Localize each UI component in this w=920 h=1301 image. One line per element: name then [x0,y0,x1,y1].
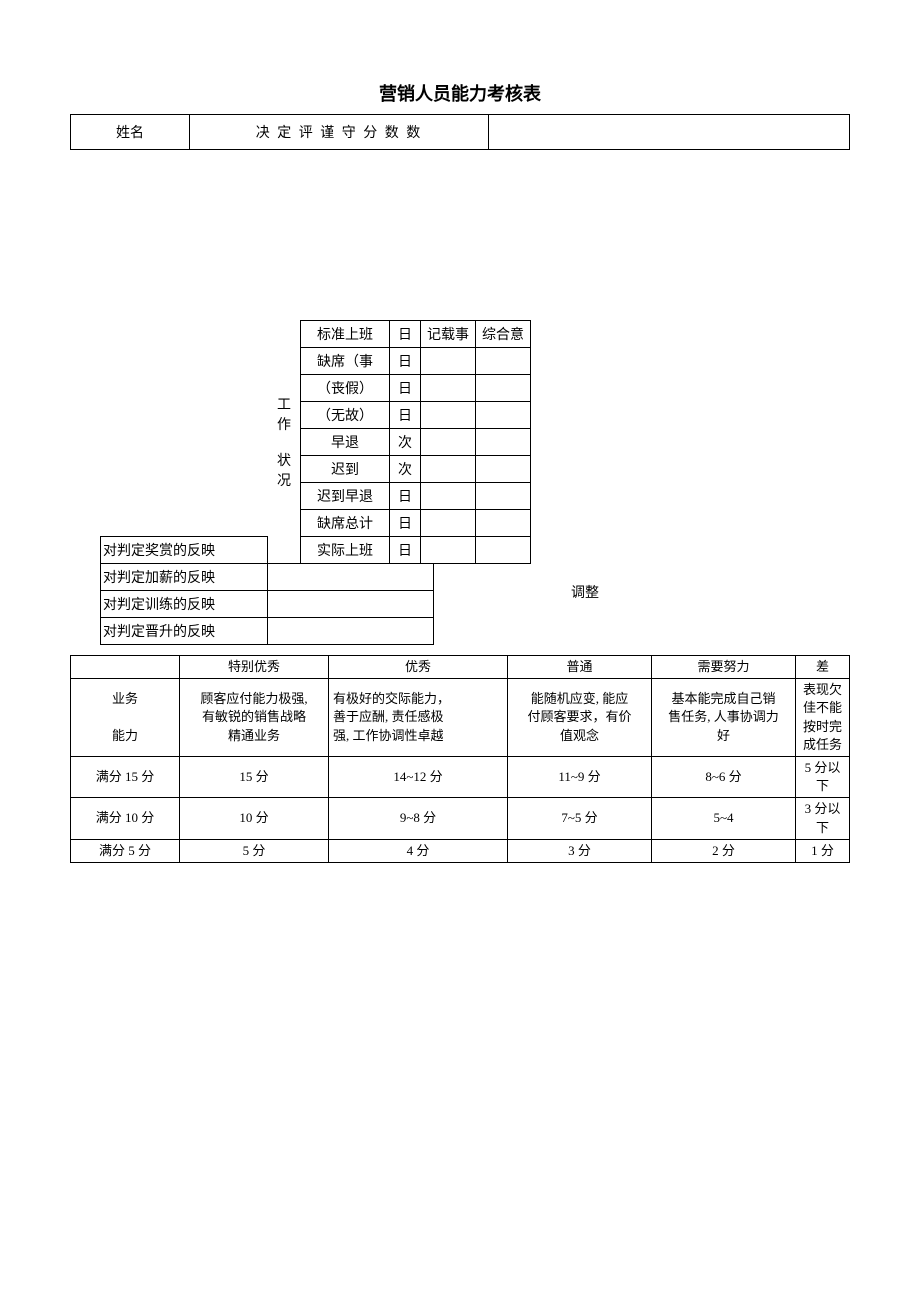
att-cell [476,429,531,456]
att-cell [476,537,531,564]
att-row-label: 迟到 [301,456,390,483]
main-table: 特别优秀 优秀 普通 需要努力 差 业务 能力 顾客应付能力极强, 有敏锐的销售… [70,655,850,863]
att-row-label: （丧假） [301,375,390,402]
score-cell: 9~8 分 [329,798,508,839]
reaction-training: 对判定训练的反映 [101,591,268,618]
score-cell: 8~6 分 [652,756,796,797]
main-header: 特别优秀 [180,656,329,679]
score-cell: 3 分以下 [796,798,850,839]
score-cell: 11~9 分 [508,756,652,797]
page-title: 营销人员能力考核表 [70,80,850,106]
att-row-unit: 日 [390,321,421,348]
col-record: 记载事 [421,321,476,348]
att-row-unit: 日 [390,375,421,402]
att-cell [421,429,476,456]
reaction-cell [268,618,434,645]
desc-excellent-plus: 顾客应付能力极强, 有敏锐的销售战略 精通业务 [180,679,329,757]
att-row-unit: 日 [390,348,421,375]
main-header: 差 [796,656,850,679]
desc-need: 基本能完成自己销 售任务, 人事协调力 好 [652,679,796,757]
att-cell [476,483,531,510]
att-cell [476,510,531,537]
att-row-unit: 日 [390,537,421,564]
att-row-unit: 日 [390,510,421,537]
desc-poor: 表现欠佳不能 按时完成任务 [796,679,850,757]
att-row-unit: 次 [390,456,421,483]
score-cell: 5 分 [180,839,329,862]
reaction-reward: 对判定奖赏的反映 [101,537,268,564]
score-cell: 5 分以下 [796,756,850,797]
main-header: 优秀 [329,656,508,679]
score-label: 满分 15 分 [71,756,180,797]
desc-excellent: 有极好的交际能力， 善于应酬, 责任感极 强, 工作协调性卓越 [329,679,508,757]
name-label-cell: 姓名 [71,115,190,150]
att-cell [421,348,476,375]
main-header: 需要努力 [652,656,796,679]
score-label: 满分 5 分 [71,839,180,862]
att-cell [476,456,531,483]
reactions-table: 对判定加薪的反映 对判定训练的反映 对判定晋升的反映 [100,564,434,645]
desc-normal: 能随机应变, 能应 付顾客要求，有价 值观念 [508,679,652,757]
work-status-label: 工作 状况 [268,321,301,564]
att-row-unit: 次 [390,429,421,456]
att-row-unit: 日 [390,402,421,429]
score-cell: 3 分 [508,839,652,862]
att-cell [421,483,476,510]
att-cell [476,348,531,375]
header-table: 姓名 决 定 评 谨 守 分 数 数 [70,114,850,150]
reaction-raise: 对判定加薪的反映 [101,564,268,591]
adjust-label: 调整 [571,582,599,602]
att-row-label: 缺席总计 [301,510,390,537]
overlay-text: 决 定 评 谨 守 分 数 数 [256,126,423,141]
att-row-label: 缺席（事 [301,348,390,375]
att-cell [421,510,476,537]
score-cell: 1 分 [796,839,850,862]
overlay-cell: 决 定 评 谨 守 分 数 数 [190,115,489,150]
score-cell: 10 分 [180,798,329,839]
att-cell [421,402,476,429]
score-cell: 7~5 分 [508,798,652,839]
score-cell: 14~12 分 [329,756,508,797]
att-row-label: （无故） [301,402,390,429]
score-cell: 2 分 [652,839,796,862]
att-cell [476,375,531,402]
att-row-label: 迟到早退 [301,483,390,510]
reaction-cell [268,564,434,591]
main-header-blank [71,656,180,679]
att-cell [421,537,476,564]
reaction-cell [268,591,434,618]
col-opinion: 综合意 [476,321,531,348]
att-row-label: 标准上班 [301,321,390,348]
score-cell: 5~4 [652,798,796,839]
att-cell [421,456,476,483]
att-cell [476,402,531,429]
main-header: 普通 [508,656,652,679]
att-row-unit: 日 [390,483,421,510]
score-cell: 15 分 [180,756,329,797]
blank-cell [489,115,850,150]
ability-label: 业务 能力 [71,679,180,757]
score-cell: 4 分 [329,839,508,862]
attendance-table: 工作 状况 标准上班 日 记载事 综合意 缺席（事 日 [100,320,531,564]
att-row-label: 实际上班 [301,537,390,564]
att-row-label: 早退 [301,429,390,456]
att-cell [421,375,476,402]
reaction-promotion: 对判定晋升的反映 [101,618,268,645]
score-label: 满分 10 分 [71,798,180,839]
